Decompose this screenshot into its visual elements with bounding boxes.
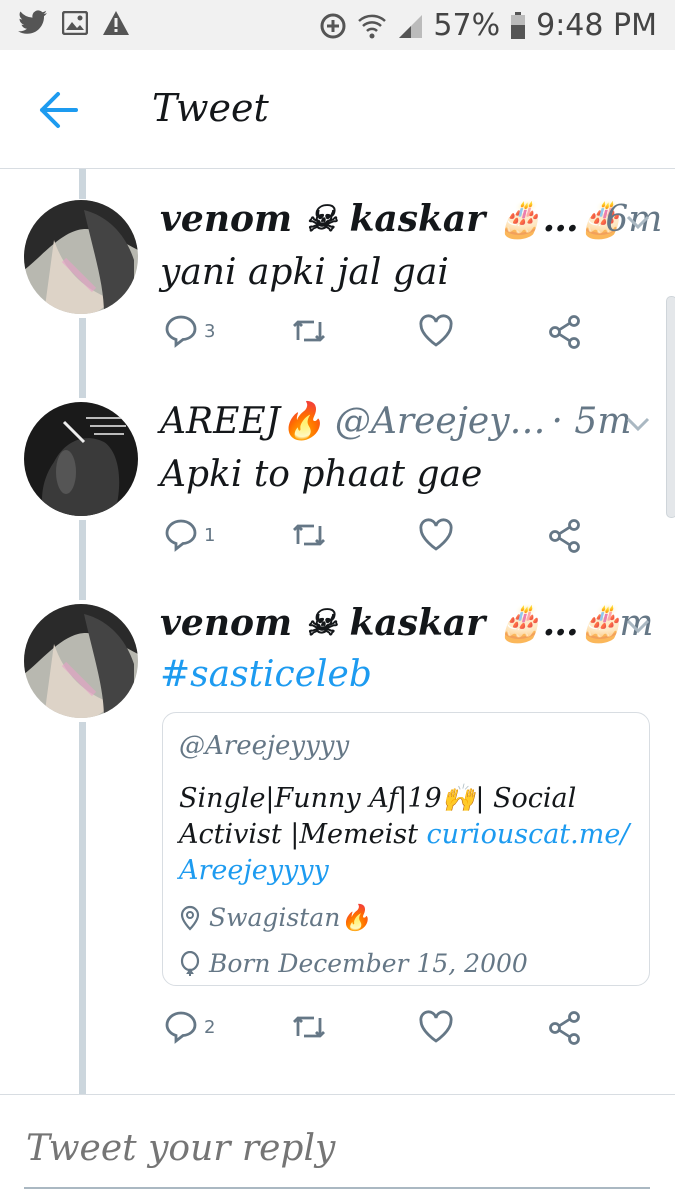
avatar[interactable] bbox=[24, 200, 138, 314]
twitter-bird-icon bbox=[18, 10, 48, 36]
location-text: Swagistan🔥 bbox=[209, 903, 372, 932]
tweet[interactable]: venom ☠ kaskar 🎂…🎂 6m yani apki jal gai … bbox=[0, 198, 675, 368]
chevron-down-icon bbox=[626, 619, 650, 634]
back-button[interactable] bbox=[36, 88, 84, 132]
reply-count: 2 bbox=[204, 1016, 216, 1038]
card-birthday: Born December 15, 2000 bbox=[179, 949, 528, 978]
card-location: Swagistan🔥 bbox=[179, 903, 371, 933]
heart-icon bbox=[419, 518, 453, 551]
status-bar: 57% 9:48 PM bbox=[0, 0, 675, 50]
reply-icon bbox=[165, 519, 197, 552]
retweet-button[interactable] bbox=[290, 1010, 328, 1044]
tweet-actions: 2 bbox=[0, 1010, 675, 1050]
retweet-button[interactable] bbox=[290, 518, 328, 552]
tweet-header: venom ☠ kaskar 🎂…🎂 m bbox=[160, 602, 654, 644]
tweet-menu-button[interactable] bbox=[624, 212, 652, 232]
share-button[interactable] bbox=[548, 518, 582, 554]
scrollbar-thumb[interactable] bbox=[666, 296, 675, 518]
bio-link-continued[interactable]: Areejeyyyy bbox=[179, 855, 329, 886]
reply-count: 3 bbox=[204, 320, 216, 342]
chevron-down-icon bbox=[626, 417, 650, 432]
data-saver-icon bbox=[319, 12, 347, 40]
battery-icon bbox=[510, 11, 526, 40]
reply-input-underline bbox=[24, 1187, 650, 1189]
reply-button[interactable]: 2 bbox=[164, 1010, 215, 1044]
birthday-text: Born December 15, 2000 bbox=[209, 949, 528, 978]
hashtag-link[interactable]: #sasticeleb bbox=[160, 654, 372, 695]
heart-icon bbox=[419, 314, 453, 347]
reply-button[interactable]: 3 bbox=[164, 314, 215, 348]
share-icon bbox=[549, 1011, 580, 1045]
display-name[interactable]: AREEJ🔥 bbox=[160, 400, 325, 442]
retweet-button[interactable] bbox=[290, 314, 328, 348]
share-icon bbox=[549, 315, 580, 349]
retweet-icon bbox=[293, 524, 325, 546]
card-username: @Areejeyyyy bbox=[179, 731, 350, 761]
tweet-header: AREEJ🔥 @Areejey… · 5m bbox=[160, 400, 632, 443]
tweet-actions: 3 bbox=[0, 314, 675, 354]
location-pin-icon bbox=[180, 905, 200, 931]
chevron-down-icon bbox=[626, 215, 650, 230]
card-bio: Single|Funny Af|19🙌| Social Activist |Me… bbox=[179, 781, 639, 889]
reply-button[interactable]: 1 bbox=[164, 518, 215, 552]
display-name[interactable]: venom ☠ kaskar 🎂…🎂 bbox=[160, 602, 623, 644]
app-bar: Tweet bbox=[0, 50, 675, 169]
heart-icon bbox=[419, 1010, 453, 1043]
tweet-actions: 1 bbox=[0, 518, 675, 558]
bio-link[interactable]: curiouscat.me/ bbox=[427, 819, 630, 850]
wifi-icon bbox=[357, 12, 387, 40]
tweet-text: yani apki jal gai bbox=[160, 252, 449, 293]
reply-composer bbox=[0, 1094, 675, 1201]
like-button[interactable] bbox=[418, 518, 454, 552]
share-button[interactable] bbox=[548, 314, 582, 350]
reply-count: 1 bbox=[204, 524, 216, 546]
back-arrow-icon bbox=[40, 92, 78, 128]
tweet-header: venom ☠ kaskar 🎂…🎂 6m bbox=[160, 198, 662, 240]
tweet-text: Apki to phaat gae bbox=[160, 454, 483, 495]
tweet-menu-button[interactable] bbox=[624, 616, 652, 636]
like-button[interactable] bbox=[418, 1010, 454, 1044]
share-icon bbox=[549, 519, 580, 553]
status-icons-left bbox=[18, 10, 130, 36]
reply-icon bbox=[165, 1011, 197, 1044]
warning-icon bbox=[102, 10, 130, 36]
image-icon bbox=[62, 11, 88, 35]
signal-icon bbox=[397, 13, 423, 39]
timestamp: · 5m bbox=[551, 400, 632, 442]
display-name[interactable]: venom ☠ kaskar 🎂…🎂 bbox=[160, 198, 623, 240]
avatar[interactable] bbox=[24, 604, 138, 718]
username[interactable]: @Areejey… bbox=[335, 401, 546, 442]
tweet[interactable]: AREEJ🔥 @Areejey… · 5m Apki to phaat gae … bbox=[0, 400, 675, 570]
tweet-menu-button[interactable] bbox=[624, 414, 652, 434]
thread-line bbox=[79, 169, 86, 199]
retweet-icon bbox=[293, 320, 325, 342]
clock: 9:48 PM bbox=[536, 8, 657, 43]
reply-icon bbox=[165, 315, 197, 348]
balloon-icon bbox=[180, 950, 200, 976]
status-icons-right: 57% 9:48 PM bbox=[319, 8, 657, 43]
page-title: Tweet bbox=[152, 86, 269, 130]
embedded-profile-card[interactable]: @Areejeyyyy Single|Funny Af|19🙌| Social … bbox=[162, 712, 650, 986]
retweet-icon bbox=[293, 1016, 325, 1038]
like-button[interactable] bbox=[418, 314, 454, 348]
battery-level: 57% bbox=[433, 8, 501, 43]
avatar[interactable] bbox=[24, 402, 138, 516]
share-button[interactable] bbox=[548, 1010, 582, 1046]
reply-input[interactable] bbox=[24, 1123, 654, 1173]
